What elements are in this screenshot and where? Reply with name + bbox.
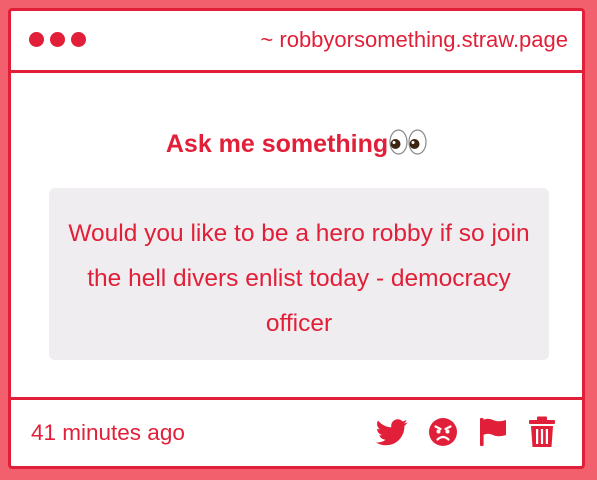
trash-icon[interactable] (528, 416, 556, 448)
question-box: Would you like to be a hero robby if so … (49, 188, 549, 360)
window-dot (71, 32, 86, 47)
question-text: Would you like to be a hero robby if so … (68, 220, 530, 337)
page-url[interactable]: ~ robbyorsomething.straw.page (260, 27, 568, 53)
title-bar: ~ robbyorsomething.straw.page (11, 11, 582, 73)
eyes-emoji-icon (389, 129, 427, 162)
window-dot (50, 32, 65, 47)
card-footer: 41 minutes ago (11, 397, 582, 466)
page-heading: Ask me something (11, 129, 582, 162)
window-dots (29, 32, 86, 47)
angry-face-icon[interactable] (428, 417, 458, 447)
action-bar (376, 416, 556, 448)
twitter-icon[interactable] (376, 418, 408, 446)
heading-text: Ask me something (165, 130, 389, 158)
flag-icon[interactable] (478, 417, 508, 447)
window-dot (29, 32, 44, 47)
timestamp: 41 minutes ago (31, 420, 185, 445)
answer-card: ~ robbyorsomething.straw.page Ask me som… (8, 8, 585, 469)
